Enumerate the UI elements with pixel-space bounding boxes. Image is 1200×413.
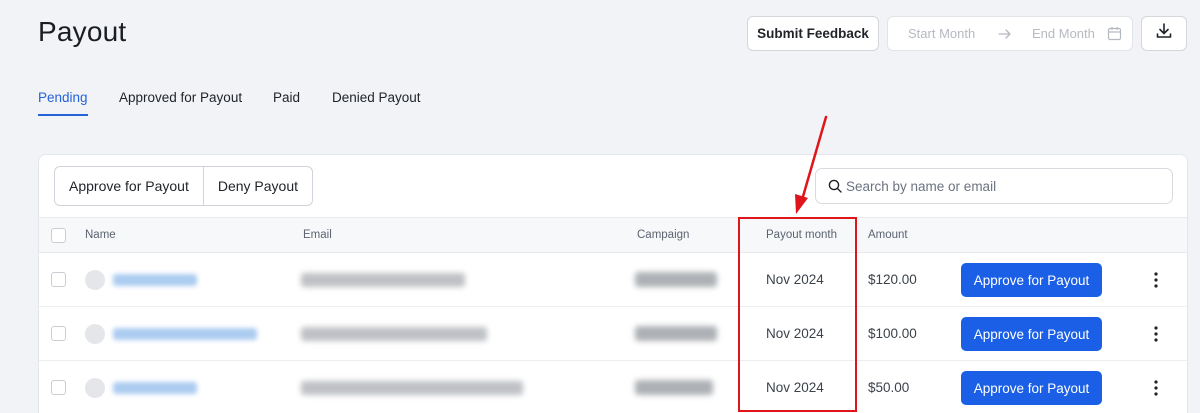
column-email[interactable]: Email (303, 229, 332, 241)
payout-month-cell: Nov 2024 (766, 326, 824, 341)
column-amount[interactable]: Amount (868, 229, 908, 241)
more-options-icon[interactable] (1149, 324, 1163, 344)
table-row: Nov 2024 $50.00 Approve for Payout (39, 361, 1187, 413)
redacted-email (301, 273, 465, 287)
redacted-campaign (635, 272, 717, 287)
redacted-campaign (635, 326, 717, 341)
amount-cell: $120.00 (868, 272, 917, 287)
bulk-actions: Approve for Payout Deny Payout (54, 166, 314, 206)
amount-cell: $50.00 (868, 380, 910, 395)
redacted-name[interactable] (113, 274, 197, 286)
download-icon (1155, 22, 1173, 45)
page-title: Payout (38, 16, 127, 47)
redacted-name[interactable] (113, 382, 197, 394)
search-icon (828, 179, 842, 198)
select-all-checkbox[interactable] (51, 228, 66, 243)
avatar (85, 270, 105, 290)
tab-denied-payout[interactable]: Denied Payout (332, 90, 421, 114)
column-name[interactable]: Name (85, 229, 116, 241)
download-button[interactable] (1141, 16, 1187, 51)
search-placeholder: Search by name or email (846, 178, 997, 194)
submit-feedback-button[interactable]: Submit Feedback (747, 16, 879, 51)
redacted-email (301, 327, 487, 341)
bulk-approve-button[interactable]: Approve for Payout (55, 167, 203, 205)
row-checkbox[interactable] (51, 380, 66, 395)
tab-paid[interactable]: Paid (273, 90, 300, 114)
payout-table-card: Approve for Payout Deny Payout Search by… (38, 154, 1188, 413)
search-input[interactable]: Search by name or email (815, 168, 1173, 204)
payout-month-cell: Nov 2024 (766, 380, 824, 395)
row-checkbox[interactable] (51, 272, 66, 287)
table-row: Nov 2024 $100.00 Approve for Payout (39, 307, 1187, 361)
more-options-icon[interactable] (1149, 378, 1163, 398)
table-row: Nov 2024 $120.00 Approve for Payout (39, 253, 1187, 307)
row-checkbox[interactable] (51, 326, 66, 341)
avatar (85, 378, 105, 398)
approve-for-payout-button[interactable]: Approve for Payout (961, 263, 1102, 297)
calendar-icon[interactable] (1107, 26, 1122, 44)
tab-pending[interactable]: Pending (38, 90, 88, 116)
redacted-campaign (635, 380, 713, 395)
table-header: Name Email Campaign Payout month Amount (39, 217, 1187, 253)
approve-for-payout-button[interactable]: Approve for Payout (961, 371, 1102, 405)
arrow-right-icon (997, 26, 1013, 45)
amount-cell: $100.00 (868, 326, 917, 341)
redacted-name[interactable] (113, 328, 257, 340)
column-payout-month[interactable]: Payout month (766, 229, 837, 241)
column-campaign[interactable]: Campaign (637, 229, 689, 241)
bulk-deny-button[interactable]: Deny Payout (202, 167, 312, 205)
avatar (85, 324, 105, 344)
start-month-input[interactable]: Start Month (908, 26, 975, 41)
payout-month-cell: Nov 2024 (766, 272, 824, 287)
month-range-picker[interactable]: Start Month End Month (887, 16, 1133, 51)
approve-for-payout-button[interactable]: Approve for Payout (961, 317, 1102, 351)
tab-approved-for-payout[interactable]: Approved for Payout (119, 90, 242, 114)
end-month-input[interactable]: End Month (1032, 26, 1095, 41)
redacted-email (301, 381, 523, 395)
more-options-icon[interactable] (1149, 270, 1163, 290)
